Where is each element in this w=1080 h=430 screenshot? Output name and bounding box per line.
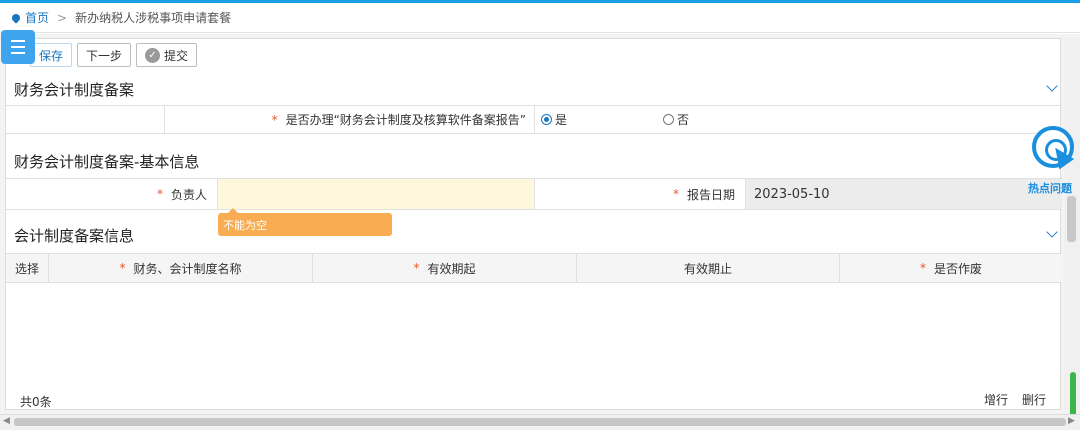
- radio-selected-icon: [541, 114, 552, 125]
- responsible-input[interactable]: [217, 179, 534, 209]
- column-header-voided: * 是否作废: [839, 254, 1062, 282]
- column-header-select: 选择: [6, 254, 48, 282]
- required-mark: *: [119, 261, 126, 275]
- radio-unselected-icon: [663, 114, 674, 125]
- breadcrumb: 首页 > 新办纳税人涉税事项申请套餐: [0, 3, 1080, 33]
- table-header: 选择 * 财务、会计制度名称 * 有效期起 有效期止 * 是否作废: [6, 253, 1062, 283]
- column-header-text: 是否作废: [933, 261, 982, 276]
- responsible-label: * 负责人: [6, 179, 217, 209]
- table-actions: 增行 删行: [984, 391, 1046, 408]
- breadcrumb-current: 新办纳税人涉税事项申请套餐: [75, 11, 232, 25]
- breadcrumb-home-link[interactable]: 首页: [25, 9, 49, 26]
- green-side-indicator: [1070, 372, 1076, 418]
- section-title-accounting-filing: 财务会计制度备案: [14, 81, 135, 99]
- save-button-label: 保存: [39, 48, 64, 63]
- table-total-count: 共0条: [20, 395, 52, 409]
- filing-question-text: 是否办理“财务会计制度及核算软件备案报告”: [285, 113, 526, 127]
- form-row-filing-question: * 是否办理“财务会计制度及核算软件备案报告” 是 否: [6, 105, 1062, 134]
- column-header-text: 有效期止: [683, 261, 732, 276]
- column-header-text: 有效期起: [427, 261, 476, 276]
- hotspot-label: 热点问题: [1028, 182, 1072, 195]
- check-icon: ✓: [145, 47, 161, 63]
- column-header-valid-to: 有效期止: [576, 254, 839, 282]
- submit-button[interactable]: ✓ 提交: [136, 43, 198, 67]
- menu-line-icon: [11, 52, 25, 54]
- column-header-text: 财务、会计制度名称: [133, 261, 242, 276]
- form-panel: 保存 下一步 ✓ 提交 财务会计制度备案 * 是否办理“财务会计制度及核算软件备案…: [5, 38, 1062, 410]
- column-header-valid-from: * 有效期起: [312, 254, 576, 282]
- delete-row-button[interactable]: 删行: [1022, 391, 1046, 408]
- required-mark: *: [156, 187, 163, 201]
- responsible-label-text: 负责人: [170, 187, 207, 202]
- report-date-label-text: 报告日期: [686, 187, 735, 202]
- empty-cell: [6, 106, 164, 133]
- filing-question-label: * 是否办理“财务会计制度及核算软件备案报告”: [164, 106, 534, 133]
- submit-button-label: 提交: [164, 48, 189, 63]
- menu-line-icon: [11, 46, 25, 48]
- form-row-basic-info: * 负责人 * 报告日期 2023-05-10: [6, 178, 1062, 210]
- required-mark: *: [413, 261, 420, 275]
- next-step-button[interactable]: 下一步: [77, 43, 132, 67]
- radio-yes[interactable]: 是: [541, 111, 663, 128]
- column-header-system-name: * 财务、会计制度名称: [48, 254, 312, 282]
- required-mark: *: [672, 187, 679, 201]
- radio-no-label: 否: [677, 113, 690, 127]
- horizontal-scrollbar-thumb[interactable]: [14, 418, 1066, 426]
- report-date-input[interactable]: 2023-05-10: [745, 179, 1062, 209]
- next-step-button-label: 下一步: [86, 48, 123, 63]
- filing-radio-group: 是 否: [534, 106, 1062, 133]
- scroll-left-arrow-icon[interactable]: ◀: [3, 416, 10, 426]
- vertical-scrollbar-thumb[interactable]: [1067, 196, 1076, 242]
- save-button[interactable]: 保存: [30, 43, 73, 67]
- scroll-right-arrow-icon[interactable]: ▶: [1068, 416, 1075, 426]
- location-pin-icon: [10, 11, 22, 24]
- radio-yes-label: 是: [555, 113, 568, 127]
- report-date-value: 2023-05-10: [754, 186, 830, 202]
- add-row-button[interactable]: 增行: [984, 391, 1008, 408]
- column-header-text: 选择: [14, 261, 39, 276]
- required-mark: *: [919, 261, 926, 275]
- section-title-filing-info: 会计制度备案信息: [14, 227, 135, 245]
- radio-no[interactable]: 否: [663, 111, 689, 128]
- chevron-down-icon[interactable]: [1046, 226, 1058, 238]
- section-title-basic-info: 财务会计制度备案-基本信息: [14, 153, 200, 171]
- required-mark: *: [271, 112, 278, 127]
- hotspot-faq-widget[interactable]: 热点问题: [1028, 126, 1080, 196]
- menu-line-icon: [11, 40, 25, 42]
- breadcrumb-separator: >: [57, 10, 68, 25]
- validation-error-tooltip: 不能为空: [218, 208, 392, 236]
- menu-toggle-button[interactable]: [1, 30, 35, 64]
- report-date-label: * 报告日期: [534, 179, 745, 209]
- chevron-down-icon[interactable]: [1046, 80, 1058, 92]
